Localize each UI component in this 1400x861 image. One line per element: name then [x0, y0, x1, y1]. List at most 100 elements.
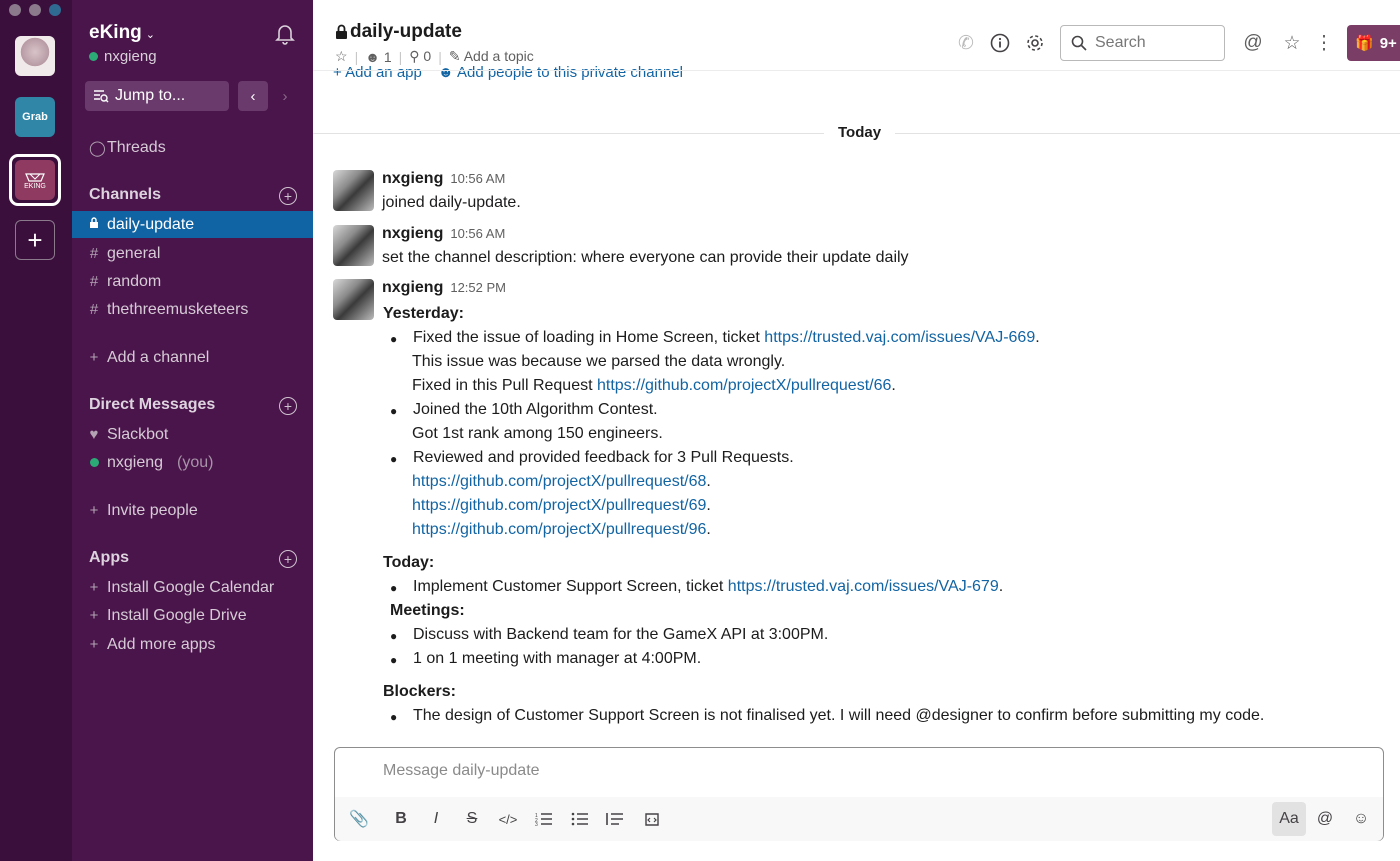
pinned-count-value: 0: [423, 48, 432, 64]
attachment-icon[interactable]: 📎: [345, 805, 373, 833]
avatar[interactable]: [333, 279, 374, 320]
message-author[interactable]: nxgieng: [382, 279, 443, 297]
invite-people-link[interactable]: + Invite people: [72, 497, 313, 524]
hash-icon: #: [89, 245, 99, 262]
add-topic-label: Add a topic: [463, 48, 534, 64]
message-input[interactable]: [335, 748, 1383, 794]
phone-icon[interactable]: ✆: [953, 30, 979, 56]
more-vertical-icon[interactable]: ⋮: [1311, 30, 1337, 56]
header-divider: [313, 70, 1400, 71]
message-author[interactable]: nxgieng: [382, 225, 443, 243]
current-user[interactable]: nxgieng: [89, 48, 157, 65]
jump-to-label: Jump to...: [115, 87, 186, 104]
sidebar-item-threads[interactable]: ◯ Threads: [72, 134, 313, 161]
ticket-link[interactable]: https://trusted.vaj.com/issues/VAJ-669: [764, 329, 1035, 346]
plus-icon: +: [27, 224, 43, 255]
info-icon[interactable]: [987, 30, 1013, 56]
plus-icon: +: [89, 349, 99, 366]
history-back-button[interactable]: ‹: [238, 81, 268, 111]
sidebar-item-random[interactable]: # random: [72, 268, 313, 295]
sidebar-item-general[interactable]: # general: [72, 240, 313, 267]
emoji-icon[interactable]: ☺: [1347, 805, 1375, 833]
code-icon[interactable]: </>: [494, 805, 522, 833]
avatar[interactable]: [333, 225, 374, 266]
apps-header[interactable]: Apps: [89, 549, 129, 567]
italic-icon[interactable]: I: [422, 805, 450, 833]
bullet: ●: [390, 653, 398, 667]
sidebar-item-daily-update[interactable]: daily-update: [72, 211, 313, 238]
member-count-value: 1: [383, 48, 392, 65]
workspace-avatar-button[interactable]: [15, 36, 55, 76]
add-dm-plus-icon[interactable]: +: [279, 397, 297, 415]
pull-request-link[interactable]: https://github.com/projectX/pullrequest/…: [412, 497, 706, 514]
mention-icon[interactable]: @: [1311, 805, 1339, 833]
hash-icon: #: [89, 301, 99, 318]
sidebar-item-slackbot[interactable]: ♥ Slackbot: [72, 421, 313, 448]
pull-request-link[interactable]: https://github.com/projectX/pullrequest/…: [597, 377, 891, 394]
message-timestamp[interactable]: 10:56 AM: [450, 226, 505, 241]
workspace-grab-button[interactable]: Grab: [15, 97, 55, 137]
whats-new-button[interactable]: 🎁 9+: [1347, 25, 1400, 61]
member-count[interactable]: ☻ 1: [365, 49, 391, 65]
bell-icon[interactable]: [275, 23, 295, 51]
sidebar-item-self-dm[interactable]: nxgieng (you): [72, 449, 313, 476]
list-item: Fixed in this Pull Request https://githu…: [412, 377, 896, 394]
pull-request-link[interactable]: https://github.com/projectX/pullrequest/…: [412, 473, 706, 490]
code-block-icon[interactable]: [638, 805, 666, 833]
pull-request-link[interactable]: https://github.com/projectX/pullrequest/…: [412, 521, 706, 538]
formatting-toggle-button[interactable]: Aa: [1272, 802, 1306, 836]
bullet: ●: [390, 332, 398, 346]
channel-intro-actions: + Add an app ☻ Add people to this privat…: [333, 64, 683, 81]
bold-icon[interactable]: B: [387, 805, 415, 833]
bulleted-list-icon[interactable]: [566, 805, 594, 833]
list-item-text: Implement Customer Support Screen, ticke…: [413, 578, 728, 595]
add-people-label: Add people to this private channel: [456, 64, 683, 81]
add-channel-link[interactable]: + Add a channel: [72, 344, 313, 371]
channel-title[interactable]: daily-update: [335, 21, 462, 43]
star-icon[interactable]: ☆: [1279, 30, 1305, 56]
message-header: nxgieng 10:56 AM: [382, 170, 505, 188]
add-channel-plus-icon[interactable]: +: [279, 187, 297, 205]
strikethrough-icon[interactable]: S: [458, 805, 486, 833]
sidebar-item-thethreemusketeers[interactable]: # thethreemusketeers: [72, 296, 313, 323]
add-app-link[interactable]: + Add an app: [333, 64, 422, 81]
ordered-list-icon[interactable]: 123: [530, 805, 558, 833]
direct-messages-header[interactable]: Direct Messages: [89, 396, 215, 414]
message-timestamp[interactable]: 10:56 AM: [450, 171, 505, 186]
add-topic-button[interactable]: ✎ Add a topic: [449, 48, 534, 65]
sidebar-item-label: Add more apps: [107, 635, 216, 653]
sidebar-item-install-google-drive[interactable]: + Install Google Drive: [72, 602, 313, 629]
pinned-count[interactable]: ⚲ 0: [409, 48, 431, 65]
message-timestamp[interactable]: 12:52 PM: [450, 280, 506, 295]
sidebar-item-add-more-apps[interactable]: + Add more apps: [72, 631, 313, 658]
add-people-link[interactable]: ☻ Add people to this private channel: [438, 64, 683, 81]
ticket-link[interactable]: https://trusted.vaj.com/issues/VAJ-679: [728, 578, 999, 595]
channel-meta: ☆ | ☻ 1 | ⚲ 0 | ✎ Add a topic: [335, 48, 534, 65]
add-app-plus-icon[interactable]: +: [279, 550, 297, 568]
jump-to-button[interactable]: Jump to...: [85, 81, 229, 111]
maximize-window-button[interactable]: [49, 4, 61, 16]
lock-icon: [89, 216, 99, 233]
close-window-button[interactable]: [9, 4, 21, 16]
add-workspace-button[interactable]: +: [15, 220, 55, 260]
channels-header[interactable]: Channels: [89, 186, 161, 204]
avatar[interactable]: [333, 170, 374, 211]
day-divider-label[interactable]: Today: [824, 124, 896, 141]
message-text: joined daily-update.: [382, 194, 521, 211]
dm-header-label: Direct Messages: [89, 396, 216, 413]
message-author[interactable]: nxgieng: [382, 170, 443, 188]
search-input[interactable]: Search: [1060, 25, 1225, 61]
add-app-label: Add an app: [345, 64, 422, 81]
mentions-icon[interactable]: @: [1240, 30, 1266, 56]
star-icon[interactable]: ☆: [335, 48, 348, 65]
gear-icon[interactable]: [1022, 30, 1048, 56]
apps-header-label: Apps: [89, 549, 129, 566]
blockquote-icon[interactable]: [601, 805, 629, 833]
sidebar-item-label: Slackbot: [107, 425, 169, 443]
sidebar-item-install-google-calendar[interactable]: + Install Google Calendar: [72, 574, 313, 601]
team-menu[interactable]: eKing ⌄: [89, 22, 155, 44]
history-forward-button[interactable]: ›: [270, 81, 300, 111]
minimize-window-button[interactable]: [29, 4, 41, 16]
workspace-eking-button[interactable]: EKING: [15, 160, 55, 200]
list-item: https://github.com/projectX/pullrequest/…: [412, 521, 711, 538]
